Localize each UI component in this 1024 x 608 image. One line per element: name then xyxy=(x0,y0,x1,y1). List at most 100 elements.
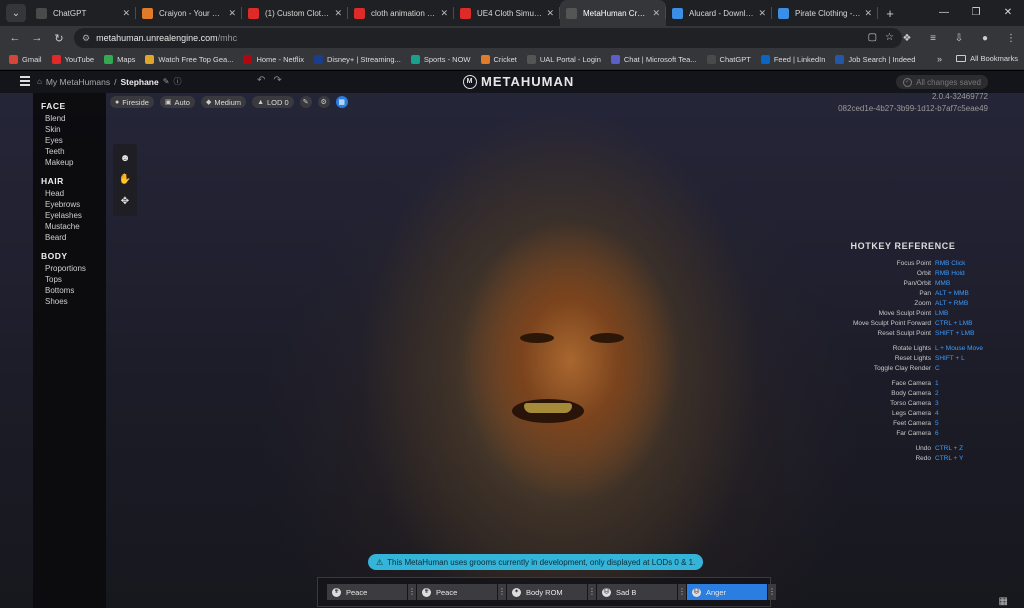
browser-tab[interactable]: (1) Custom Clothes ✕ xyxy=(242,0,348,26)
reload-icon[interactable]: ↻ xyxy=(48,32,70,45)
breadcrumb-root[interactable]: My MetaHumans xyxy=(46,77,110,87)
bookmark-item[interactable]: ChatGPT xyxy=(702,55,756,64)
all-bookmarks-button[interactable]: All Bookmarks xyxy=(956,54,1018,63)
lighting-preset-pill[interactable]: ● Fireside xyxy=(110,96,154,108)
camera-mode-pill[interactable]: ▣ Auto xyxy=(159,96,195,108)
more-menu-icon[interactable]: ⋮ xyxy=(998,33,1024,44)
redo-icon[interactable]: ↷ xyxy=(273,75,281,86)
bookmark-label: Cricket xyxy=(493,55,517,64)
bookmark-label: ChatGPT xyxy=(719,55,751,64)
sidebar-item-teeth[interactable]: Teeth xyxy=(41,146,106,157)
save-status-badge: ✓ All changes saved xyxy=(896,75,988,89)
bookmark-star-icon[interactable]: ☆ xyxy=(885,32,894,43)
download-icon[interactable]: ⇩ xyxy=(946,33,972,44)
fullscreen-icon[interactable]: ▦ xyxy=(999,596,1008,607)
browser-tab[interactable]: Craiyon - Your FREE ✕ xyxy=(136,0,242,26)
close-tab-icon[interactable]: ✕ xyxy=(334,8,342,19)
bookmark-item[interactable]: Feed | LinkedIn xyxy=(756,55,831,64)
help-icon[interactable]: ⓘ xyxy=(173,76,181,87)
back-icon[interactable]: ← xyxy=(4,32,26,44)
view-toggle-button[interactable]: ▦ xyxy=(335,96,348,108)
pose-button[interactable]: ☹ Anger ⋮ xyxy=(687,584,776,600)
sidebar-item-beard[interactable]: Beard xyxy=(41,232,106,243)
sidebar-item-shoes[interactable]: Shoes xyxy=(41,296,106,307)
render-quality-pill[interactable]: ◆ Medium xyxy=(200,96,247,108)
pose-options-icon[interactable]: ⋮ xyxy=(588,584,596,600)
sidebar-item-mustache[interactable]: Mustache xyxy=(41,221,106,232)
pose-options-icon[interactable]: ⋮ xyxy=(678,584,686,600)
build-id: 082ced1e-4b27-3b99-1d12-b7af7c5eae49 xyxy=(838,104,988,113)
bookmark-item[interactable]: Job Search | Indeed xyxy=(830,55,920,64)
avatar[interactable]: ● xyxy=(972,33,998,44)
bookmarks-overflow-icon[interactable]: » xyxy=(937,54,942,64)
tab-search-button[interactable]: ⌄ xyxy=(6,4,26,22)
sidebar-item-bottoms[interactable]: Bottoms xyxy=(41,285,106,296)
viewport-options: ● Fireside ▣ Auto ◆ Medium ▲ LOD 0 ✎ ⚙ ▦ xyxy=(110,96,348,108)
undo-icon[interactable]: ↶ xyxy=(257,75,265,86)
close-tab-icon[interactable]: ✕ xyxy=(228,8,236,19)
bookmark-item[interactable]: Sports - NOW xyxy=(406,55,476,64)
browser-tab[interactable]: ChatGPT ✕ xyxy=(30,0,136,26)
pose-options-icon[interactable]: ⋮ xyxy=(768,584,776,600)
bookmark-item[interactable]: Gmail xyxy=(4,55,47,64)
browser-tab[interactable]: Alucard - Download ✕ xyxy=(666,0,772,26)
pose-options-icon[interactable]: ⋮ xyxy=(498,584,506,600)
close-tab-icon[interactable]: ✕ xyxy=(122,8,130,19)
site-info-icon[interactable]: ⚙ xyxy=(82,33,90,44)
close-tab-icon[interactable]: ✕ xyxy=(546,8,554,19)
media-icon[interactable]: ≡ xyxy=(920,33,946,44)
bookmark-item[interactable]: UAL Portal - Login xyxy=(522,55,606,64)
pose-button[interactable]: ✟ Peace ⋮ xyxy=(327,584,416,600)
install-app-icon[interactable]: ▢ xyxy=(868,32,877,43)
bookmark-item[interactable]: Home - Netflix xyxy=(238,55,309,64)
bookmark-item[interactable]: Chat | Microsoft Tea... xyxy=(606,55,702,64)
new-tab-button[interactable]: + xyxy=(880,6,900,21)
sidebar-item-head[interactable]: Head xyxy=(41,188,106,199)
forward-icon[interactable]: → xyxy=(26,32,48,44)
minimize-icon[interactable]: — xyxy=(928,0,960,26)
sculpt-hand-icon[interactable]: ✋ xyxy=(119,174,131,185)
browser-tab[interactable]: UE4 Cloth Simulation✕ xyxy=(454,0,560,26)
close-tab-icon[interactable]: ✕ xyxy=(652,8,660,19)
extensions-icon[interactable]: ❖ xyxy=(894,33,920,44)
bookmark-item[interactable]: YouTube xyxy=(47,55,99,64)
sidebar-item-skin[interactable]: Skin xyxy=(41,124,106,135)
bookmark-item[interactable]: Disney+ | Streaming... xyxy=(309,55,406,64)
pose-button[interactable]: ✟ Peace ⋮ xyxy=(417,584,506,600)
close-tab-icon[interactable]: ✕ xyxy=(440,8,448,19)
close-window-icon[interactable]: ✕ xyxy=(992,0,1024,26)
sidebar-item-blend[interactable]: Blend xyxy=(41,113,106,124)
pose-button[interactable]: ☹ Sad B ⋮ xyxy=(597,584,686,600)
sidebar-item-eyelashes[interactable]: Eyelashes xyxy=(41,210,106,221)
tab-title: UE4 Cloth Simulation xyxy=(477,8,543,18)
pose-bar: ✟ Peace ⋮ ✟ Peace ⋮ ✶ Body ROM ⋮ ☹ Sad B ⋮ ☹ Anger ⋮ xyxy=(317,577,776,607)
close-tab-icon[interactable]: ✕ xyxy=(758,8,766,19)
screenshot-button[interactable]: ✎ xyxy=(299,96,312,108)
bookmark-favicon-icon xyxy=(835,55,845,64)
menu-icon[interactable] xyxy=(20,76,30,88)
sidebar-item-eyebrows[interactable]: Eyebrows xyxy=(41,199,106,210)
pose-options-icon[interactable]: ⋮ xyxy=(408,584,416,600)
sidebar-item-makeup[interactable]: Makeup xyxy=(41,157,106,168)
close-tab-icon[interactable]: ✕ xyxy=(864,8,872,19)
sidebar-item-tops[interactable]: Tops xyxy=(41,274,106,285)
head-icon[interactable]: ☻ xyxy=(120,153,131,164)
bookmark-item[interactable]: Maps xyxy=(99,55,140,64)
settings-button[interactable]: ⚙ xyxy=(317,96,330,108)
bookmark-item[interactable]: Watch Free Top Gea... xyxy=(140,55,238,64)
pose-button[interactable]: ✶ Body ROM ⋮ xyxy=(507,584,596,600)
browser-tab[interactable]: Pirate Clothing - 3D ✕ xyxy=(772,0,878,26)
browser-tab[interactable]: cloth animation in u ✕ xyxy=(348,0,454,26)
browser-tab[interactable]: MetaHuman Creator ✕ xyxy=(560,0,666,26)
lod-pill[interactable]: ▲ LOD 0 xyxy=(252,96,294,108)
edit-name-icon[interactable]: ✎ xyxy=(163,77,170,86)
sidebar-item-proportions[interactable]: Proportions xyxy=(41,263,106,274)
home-icon[interactable]: ⌂ xyxy=(37,77,42,86)
hotkey-action: Toggle Clay Render xyxy=(873,365,931,372)
bookmark-favicon-icon xyxy=(526,55,536,64)
address-bar[interactable]: ⚙ metahuman.unrealengine.com/mhc ▢ ☆ xyxy=(74,28,902,48)
bookmark-item[interactable]: Cricket xyxy=(476,55,522,64)
move-icon[interactable]: ✥ xyxy=(121,196,129,207)
restore-icon[interactable]: ❐ xyxy=(960,0,992,26)
sidebar-item-eyes[interactable]: Eyes xyxy=(41,135,106,146)
